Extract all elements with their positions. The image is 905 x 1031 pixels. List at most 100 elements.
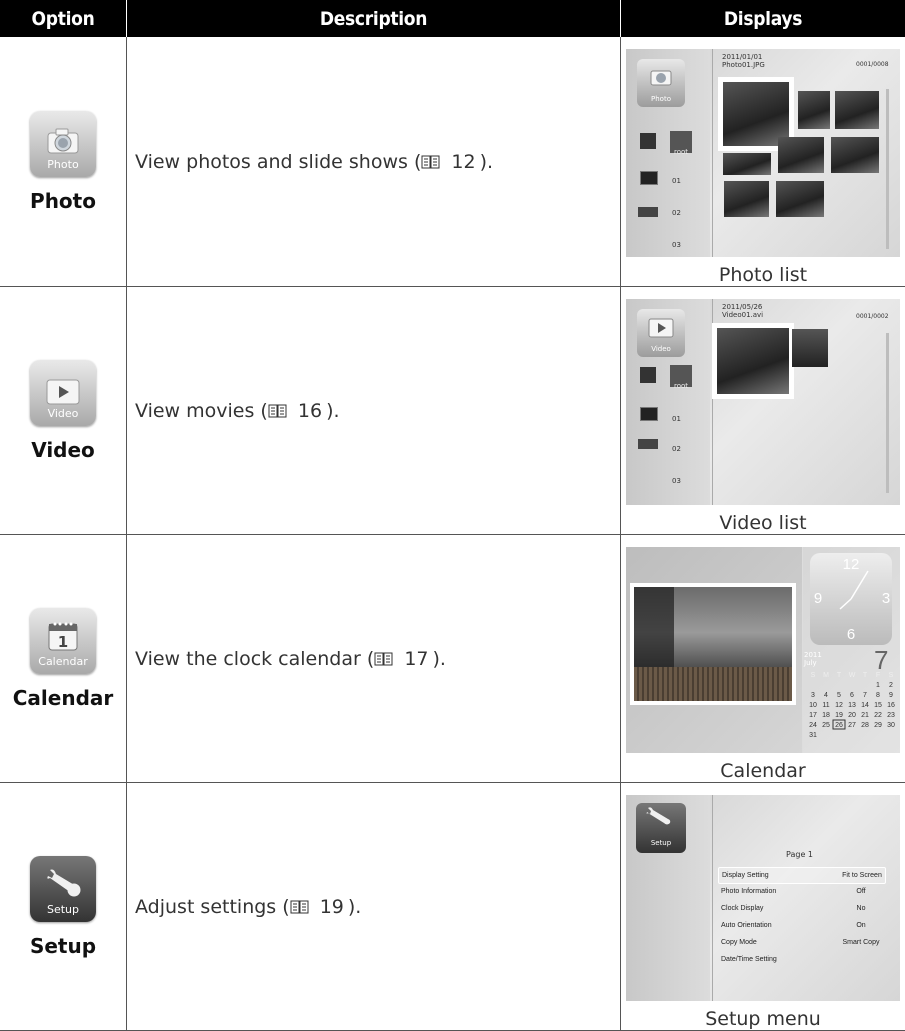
calendar-year: 2011 bbox=[804, 651, 822, 659]
video-date: 2011/05/26 bbox=[722, 303, 763, 311]
setup-menu-item[interactable]: Date/Time Setting bbox=[718, 952, 886, 969]
calendar-date: 13 bbox=[848, 702, 856, 709]
clock-3-label: 3 bbox=[882, 590, 890, 607]
calendar-grid: S M T W T F S1 23 4 5 6 7 8 910 11 12 13 14 15 1617 18 19 20 21… bbox=[809, 672, 895, 739]
setup-menu-label: Clock Display bbox=[721, 905, 764, 912]
setup-menu-label: Auto Orientation bbox=[721, 922, 772, 929]
page-reference[interactable]: 19 bbox=[320, 896, 344, 918]
usb-icon bbox=[638, 439, 658, 449]
calendar-date: 27 bbox=[848, 722, 856, 729]
photo-thumbnail[interactable] bbox=[798, 91, 830, 129]
table-row-video-display: Video root 01 02 03 2011/05/26 Video01.a… bbox=[621, 287, 905, 534]
icon-caption: Calendar bbox=[38, 654, 88, 668]
option-label-photo: Photo bbox=[30, 188, 96, 213]
setup-menu-item[interactable]: Display Setting Fit to Screen bbox=[718, 867, 886, 884]
table-row-calendar-description: View the clock calendar ( 17). bbox=[127, 535, 620, 782]
table-row-setup-option: Setup Setup bbox=[0, 783, 126, 1030]
calendar-date: 26 bbox=[835, 722, 843, 729]
setup-menu-label: Date/Time Setting bbox=[721, 956, 777, 963]
calendar-date: 20 bbox=[848, 712, 856, 719]
calendar-screenshot: 12 3 6 9 2011 July 7 S M T W T F S 1 2 3 4 5 6 7 8 9 10 1… bbox=[626, 547, 900, 753]
calendar-icon: 1 Calendar bbox=[30, 607, 96, 674]
clock-12-label: 12 bbox=[843, 556, 860, 573]
header-description: Description bbox=[127, 0, 620, 37]
scrollbar[interactable] bbox=[886, 89, 889, 249]
weekday-label: W bbox=[849, 672, 856, 679]
photo-date: 2011/01/01 bbox=[722, 53, 763, 61]
video-thumbnail[interactable] bbox=[717, 328, 789, 394]
calendar-photo bbox=[634, 587, 792, 701]
setup-menu-item[interactable]: Clock Display No bbox=[718, 901, 886, 918]
calendar-date: 3 bbox=[811, 692, 815, 699]
monitor-icon bbox=[640, 407, 658, 421]
monitor-icon bbox=[640, 171, 658, 185]
photo-thumbnail[interactable] bbox=[778, 137, 824, 173]
clock-hour-hand bbox=[839, 598, 852, 610]
calendar-date: 11 bbox=[822, 702, 829, 709]
setup-menu-value: No bbox=[856, 905, 866, 912]
table-row-video-option: Video Video bbox=[0, 287, 126, 534]
video-thumbnail[interactable] bbox=[792, 329, 828, 367]
calendar-date: 4 bbox=[824, 692, 828, 699]
scrollbar[interactable] bbox=[886, 333, 889, 493]
weekday-label: F bbox=[876, 672, 880, 679]
video-list-screenshot: Video root 01 02 03 2011/05/26 Video01.a… bbox=[626, 299, 900, 505]
video-counter: 0001/0002 bbox=[856, 313, 889, 320]
setup-menu-value: Off bbox=[856, 888, 866, 895]
weekday-label: S bbox=[811, 672, 816, 679]
description-video: View movies ( 16). bbox=[135, 399, 340, 422]
weekday-label: M bbox=[823, 672, 829, 679]
calendar-date: 14 bbox=[861, 702, 869, 709]
card-icon bbox=[640, 367, 656, 383]
description-calendar: View the clock calendar ( 17). bbox=[135, 647, 446, 670]
display-caption-video: Video list bbox=[719, 512, 807, 534]
photo-thumbnail[interactable] bbox=[835, 91, 879, 129]
display-caption-photo: Photo list bbox=[718, 264, 808, 286]
table-row-setup-display: Setup Page 1 Display Setting Fit to Scree… bbox=[621, 783, 905, 1030]
setup-menu-label: Display Setting bbox=[722, 872, 769, 879]
options-table: Option Description Displays Photo Photo … bbox=[0, 0, 905, 1031]
setup-menu-item[interactable]: Photo Information Off bbox=[718, 884, 886, 901]
photo-thumbnail[interactable] bbox=[831, 137, 879, 173]
photo-thumbnail[interactable] bbox=[724, 181, 769, 217]
setup-menu-value: On bbox=[856, 922, 866, 929]
play-icon: Video bbox=[30, 359, 96, 426]
camera-icon: Photo bbox=[637, 59, 685, 107]
setup-menu-value: Fit to Screen bbox=[842, 872, 882, 879]
table-row-setup-description: Adjust settings ( 19). bbox=[127, 783, 620, 1030]
clock-face: 12 3 6 9 bbox=[810, 553, 892, 645]
page-reference[interactable]: 12 bbox=[451, 151, 475, 173]
table-row-video-description: View movies ( 16). bbox=[127, 287, 620, 534]
calendar-date: 6 bbox=[850, 692, 854, 699]
calendar-date: 16 bbox=[887, 702, 895, 709]
page-reference[interactable]: 17 bbox=[404, 648, 428, 670]
description-setup: Adjust settings ( 19). bbox=[135, 895, 362, 918]
wrench-icon: Setup bbox=[636, 803, 686, 853]
table-row-calendar-display: 12 3 6 9 2011 July 7 S M T W T F S 1 2 3 4 5 6 7 8 9 10 1… bbox=[621, 535, 905, 782]
calendar-date: 19 bbox=[835, 712, 843, 719]
clock-minute-hand bbox=[850, 570, 869, 600]
calendar-date: 29 bbox=[874, 722, 882, 729]
calendar-date: 12 bbox=[835, 702, 843, 709]
setup-menu-label: Photo Information bbox=[721, 888, 777, 895]
page-reference[interactable]: 16 bbox=[298, 400, 322, 422]
setup-menu-item[interactable]: Auto Orientation On bbox=[718, 918, 886, 935]
photo-thumbnail[interactable] bbox=[723, 153, 771, 175]
photo-counter: 0001/0008 bbox=[856, 61, 889, 68]
calendar-date: 21 bbox=[861, 712, 869, 719]
calendar-date: 8 bbox=[876, 692, 880, 699]
calendar-date: 15 bbox=[874, 702, 882, 709]
calendar-date: 31 bbox=[809, 732, 817, 739]
table-row-photo-option: Photo Photo bbox=[0, 37, 126, 286]
setup-menu-item[interactable]: Copy Mode Smart Copy bbox=[718, 935, 886, 952]
icon-caption: Photo bbox=[47, 157, 79, 171]
usb-icon bbox=[638, 207, 658, 217]
calendar-date: 5 bbox=[837, 692, 841, 699]
calendar-date: 17 bbox=[809, 712, 817, 719]
icon-caption: Video bbox=[47, 406, 79, 420]
setup-menu-list: Display Setting Fit to Screen Photo Inform… bbox=[718, 867, 886, 969]
calendar-date: 22 bbox=[874, 712, 882, 719]
header-option-label: Option bbox=[31, 7, 95, 30]
photo-thumbnail[interactable] bbox=[776, 181, 824, 217]
setup-menu-screenshot: Setup Page 1 Display Setting Fit to Scree… bbox=[626, 795, 900, 1001]
